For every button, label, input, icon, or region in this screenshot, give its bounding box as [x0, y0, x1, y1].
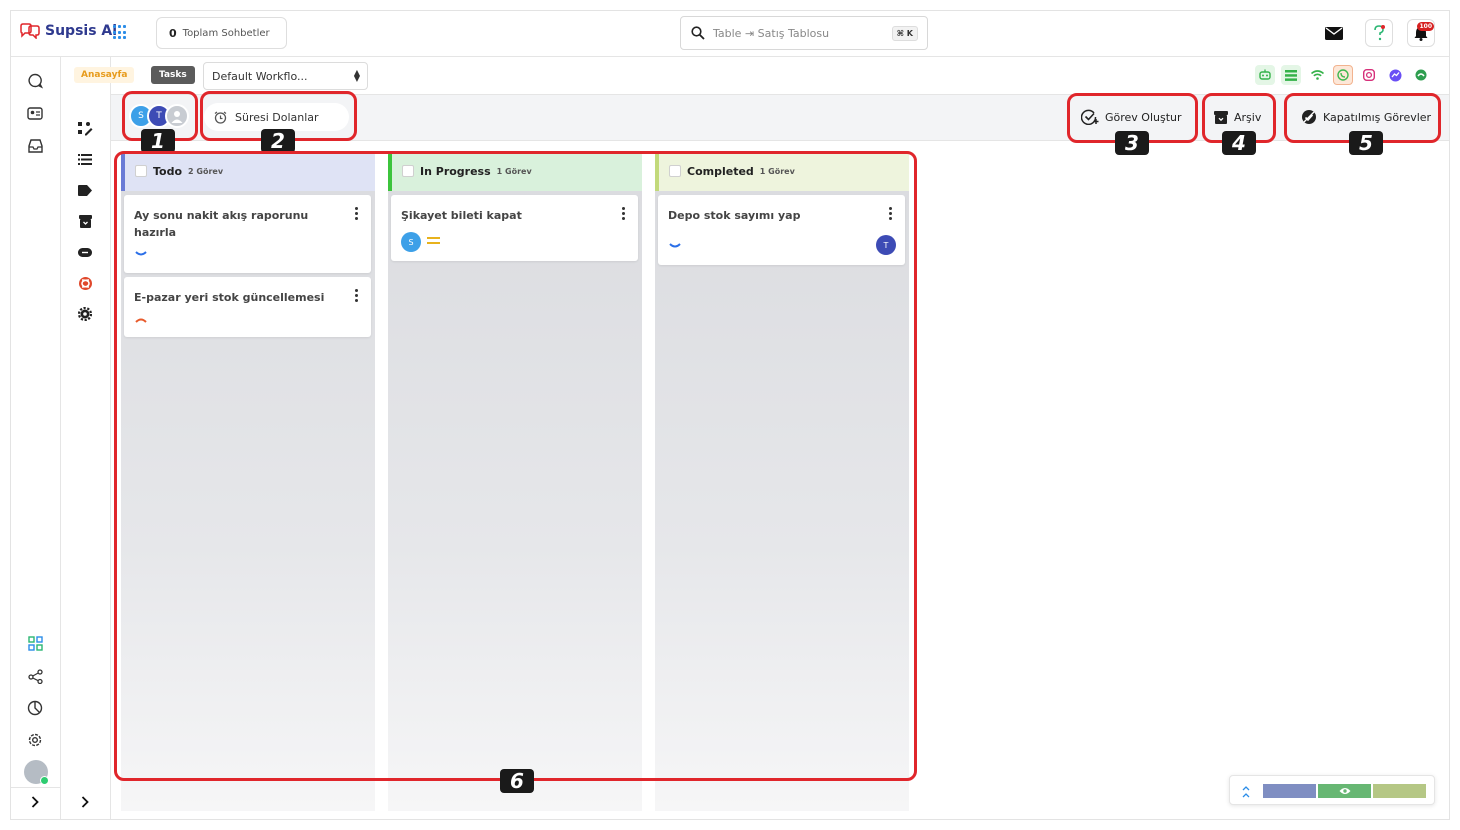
view-switcher	[1229, 775, 1435, 805]
share-nodes-icon[interactable]	[25, 666, 45, 686]
app-name: Supsis Ai	[45, 23, 118, 39]
channel-integrations	[1255, 65, 1431, 85]
total-chats-label: Toplam Sohbetler	[182, 27, 270, 39]
chat-bubble-icon[interactable]	[25, 71, 45, 91]
task-settings-gear-icon[interactable]	[76, 305, 94, 323]
app-window: Supsis Ai 0 Toplam Sohbetler Table ⇥ Sat…	[10, 10, 1450, 820]
archive-box-icon[interactable]	[76, 212, 94, 230]
workflow-select-value: Default Workflo...	[212, 69, 308, 83]
inbox-tray-icon[interactable]	[25, 136, 45, 156]
messenger-channel-icon[interactable]	[1385, 65, 1405, 85]
expand-sidebar-chevron-icon[interactable]	[25, 792, 45, 812]
dashboard-grid-icon[interactable]	[25, 633, 45, 653]
search-icon	[691, 26, 705, 40]
view-option-visible[interactable]	[1318, 784, 1371, 798]
brand[interactable]: Supsis Ai	[19, 23, 117, 39]
annotation-box-6	[114, 151, 917, 781]
contacts-card-icon[interactable]	[25, 103, 45, 123]
tasks-sidebar	[61, 57, 111, 819]
total-chats-count: 0	[169, 26, 177, 40]
support-channel-icon[interactable]	[1411, 65, 1431, 85]
user-avatar[interactable]	[24, 760, 49, 785]
search-shortcut: ⌘ K	[891, 26, 918, 41]
whatsapp-channel-icon[interactable]	[1333, 65, 1353, 85]
mail-icon[interactable]	[1320, 19, 1348, 47]
annotation-number-3: 3	[1115, 131, 1149, 155]
view-option-1[interactable]	[1263, 784, 1316, 798]
view-option-3[interactable]	[1373, 784, 1426, 798]
sidebar-divider	[11, 787, 61, 788]
search-placeholder: Table ⇥ Satış Tablosu	[713, 26, 830, 40]
integration-logo-icon[interactable]	[76, 274, 94, 292]
workflow-select[interactable]: Default Workflo... ▲ ▼	[203, 62, 368, 90]
bot-channel-icon[interactable]	[1255, 65, 1275, 85]
breadcrumb: Anasayfa Tasks Default Workflo... ▲ ▼	[74, 57, 1449, 95]
collapse-chevrons-icon[interactable]	[1242, 783, 1250, 802]
annotation-number-1: 1	[141, 129, 175, 153]
breadcrumb-tasks[interactable]: Tasks	[151, 66, 195, 84]
analytics-pie-icon[interactable]	[25, 698, 45, 718]
notifications-bell-icon[interactable]: 100	[1407, 19, 1435, 47]
apps-grid-icon[interactable]	[113, 25, 128, 40]
main-sidebar	[11, 57, 61, 819]
eye-icon	[1339, 788, 1350, 794]
annotation-number-2: 2	[261, 129, 295, 153]
annotation-number-6: 6	[500, 769, 534, 793]
total-chats-button[interactable]: 0 Toplam Sohbetler	[156, 17, 287, 49]
tag-label-icon[interactable]	[76, 181, 94, 199]
list-channel-icon[interactable]	[1281, 65, 1301, 85]
search-input[interactable]: Table ⇥ Satış Tablosu ⌘ K	[680, 16, 928, 50]
settings-gear-icon[interactable]	[25, 730, 45, 750]
instagram-channel-icon[interactable]	[1359, 65, 1379, 85]
list-icon[interactable]	[76, 150, 94, 168]
wifi-channel-icon[interactable]	[1307, 65, 1327, 85]
select-arrows-icon: ▲ ▼	[353, 68, 360, 83]
breadcrumb-home-link[interactable]: Anasayfa	[74, 67, 135, 83]
notification-count-badge: 100	[1417, 22, 1434, 31]
toggle-pill-icon[interactable]	[76, 243, 94, 261]
top-bar: Supsis Ai 0 Toplam Sohbetler Table ⇥ Sat…	[11, 11, 1449, 57]
expand-panel-chevron-icon[interactable]	[76, 793, 94, 811]
workflow-edit-icon[interactable]	[76, 119, 94, 137]
help-icon[interactable]	[1365, 19, 1393, 47]
supsis-logo-icon	[20, 23, 40, 39]
annotation-number-5: 5	[1349, 131, 1383, 155]
annotation-number-4: 4	[1222, 131, 1256, 155]
